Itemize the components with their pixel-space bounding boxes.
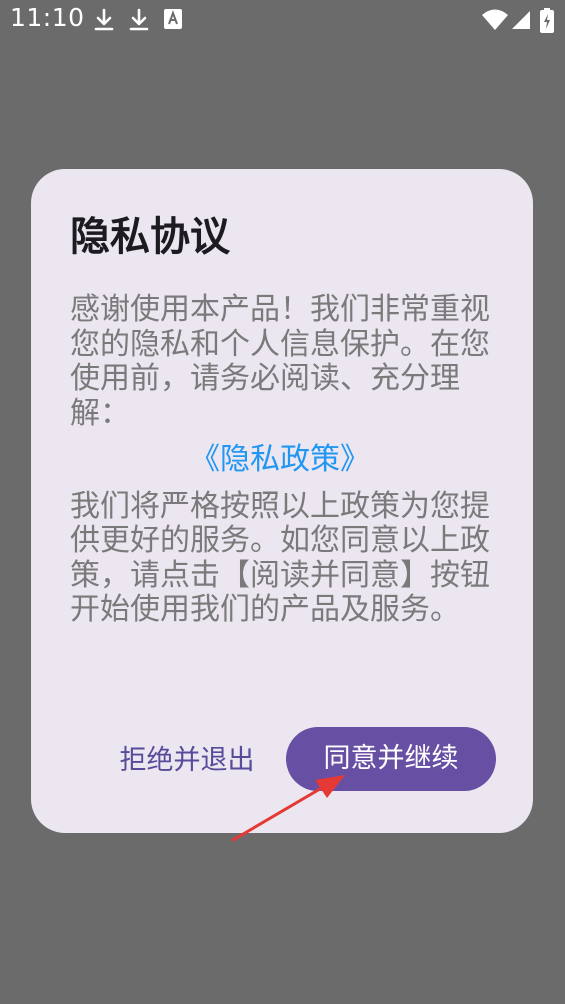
body-outro-text: 我们将严格按照以上政策为您提供更好的服务。如您同意以上政策，请点击【阅读并同意】…: [70, 488, 490, 627]
privacy-policy-link[interactable]: 《隐私政策》: [70, 442, 490, 478]
wifi-icon: [481, 8, 509, 32]
download-icon: [128, 8, 152, 32]
status-time: 11:10: [10, 3, 85, 32]
download-icon: [93, 8, 117, 32]
privacy-dialog: 隐私协议 感谢使用本产品！我们非常重视您的隐私和个人信息保护。在您使用前，请务必…: [31, 169, 533, 833]
text-a-icon: [163, 8, 187, 32]
status-bar: 11:10: [0, 0, 565, 40]
signal-icon: [511, 8, 531, 32]
body-intro-text: 感谢使用本产品！我们非常重视您的隐私和个人信息保护。在您使用前，请务必阅读、充分…: [70, 292, 490, 431]
dialog-body: 感谢使用本产品！我们非常重视您的隐私和个人信息保护。在您使用前，请务必阅读、充分…: [70, 292, 490, 628]
annotation-arrow-icon: [231, 775, 345, 842]
dialog-title: 隐私协议: [70, 214, 230, 260]
battery-charging-icon: [539, 8, 555, 33]
